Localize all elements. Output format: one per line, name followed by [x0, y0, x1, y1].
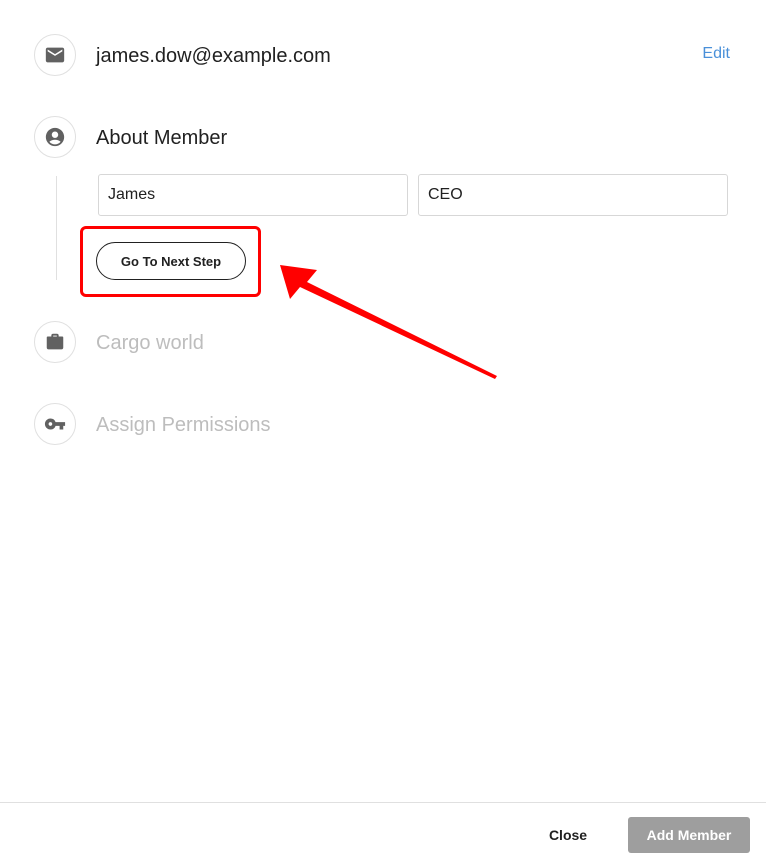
mail-icon — [45, 47, 65, 63]
mail-icon-circle — [34, 34, 76, 76]
edit-email-link[interactable]: Edit — [702, 45, 730, 63]
add-member-button[interactable]: Add Member — [628, 817, 750, 853]
go-to-next-step-button[interactable]: Go To Next Step — [96, 242, 246, 280]
briefcase-icon — [46, 333, 64, 350]
key-icon — [44, 418, 66, 430]
briefcase-icon-circle — [34, 321, 76, 363]
close-button[interactable]: Close — [530, 818, 606, 852]
cargo-world-title: Cargo world — [96, 332, 204, 354]
first-name-field[interactable] — [98, 174, 408, 216]
footer-divider — [0, 802, 766, 803]
annotation-arrow — [280, 265, 497, 379]
about-member-title: About Member — [96, 127, 228, 149]
account-circle-icon — [45, 127, 65, 147]
key-icon-circle — [34, 403, 76, 445]
step-connector-line — [56, 176, 57, 280]
account-icon-circle — [34, 116, 76, 158]
assign-permissions-title: Assign Permissions — [96, 414, 271, 436]
member-email: james.dow@example.com — [96, 45, 331, 67]
job-title-field[interactable] — [418, 174, 728, 216]
